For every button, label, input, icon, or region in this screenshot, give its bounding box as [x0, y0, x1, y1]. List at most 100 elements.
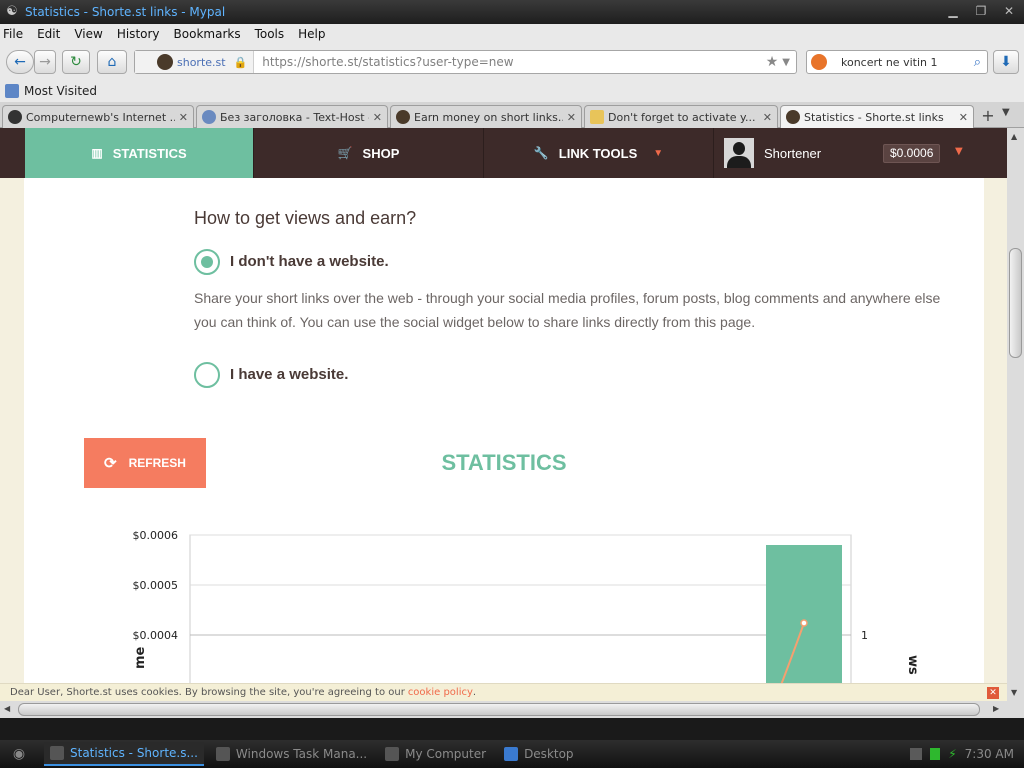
user-name: Shortener	[764, 145, 822, 161]
no-website-radio[interactable]	[194, 249, 220, 275]
search-input[interactable]: koncert ne vitin 1	[841, 56, 974, 69]
scroll-up-icon[interactable]: ▲	[1011, 132, 1017, 141]
identity-domain: shorte.st	[177, 55, 226, 69]
lock-icon: 🔒	[233, 55, 248, 69]
chevron-down-icon: ▼	[653, 147, 664, 159]
tab-text-host[interactable]: Без заголовка - Text-Host -... ✕	[196, 105, 388, 128]
statistics-title: STATISTICS	[441, 450, 567, 475]
search-icon[interactable]: ⌕	[974, 55, 981, 70]
clock[interactable]: 7:30 AM	[965, 747, 1014, 761]
nav-statistics[interactable]: ▥ STATISTICS	[25, 128, 254, 178]
url-dropdown-icon[interactable]: ▼	[782, 57, 790, 68]
y-tick-label: $0.0004	[133, 629, 179, 642]
bookmark-most-visited[interactable]: Most Visited	[24, 84, 97, 98]
task-statistics[interactable]: Statistics - Shorte.s...	[44, 742, 204, 766]
have-website-label[interactable]: I have a website.	[230, 366, 348, 383]
horizontal-scroll-thumb[interactable]	[18, 703, 980, 716]
scroll-left-icon[interactable]: ◀	[4, 704, 10, 713]
refresh-button[interactable]: ⟳ REFRESH	[84, 438, 206, 488]
tab-earn-money[interactable]: Earn money on short links... ✕	[390, 105, 582, 128]
menu-bookmarks[interactable]: Bookmarks	[174, 27, 241, 41]
nav-link-tools[interactable]: 🔧 LINK TOOLS ▼	[484, 128, 714, 178]
balance-badge: $0.0006	[883, 144, 941, 163]
menu-history[interactable]: History	[117, 27, 160, 41]
tab-label: Без заголовка - Text-Host -...	[220, 110, 369, 124]
tab-label: Statistics - Shorte.st links	[804, 110, 944, 124]
scroll-down-icon[interactable]: ▼	[1011, 688, 1017, 697]
nav-shop[interactable]: 🛒 SHOP	[254, 128, 484, 178]
close-icon[interactable]: ✕	[998, 3, 1020, 20]
no-website-description: Share your short links over the web - th…	[194, 290, 941, 330]
task-label: Statistics - Shorte.s...	[70, 746, 198, 760]
cookie-close-icon[interactable]: ✕	[987, 687, 999, 699]
scroll-right-icon[interactable]: ▶	[993, 704, 999, 713]
cart-icon: 🛒	[337, 146, 353, 160]
tab-statistics[interactable]: Statistics - Shorte.st links ✕	[780, 105, 974, 128]
task-desktop[interactable]: Desktop	[498, 742, 580, 766]
user-menu[interactable]: Shortener $0.0006 ▼	[714, 128, 982, 178]
cookie-policy-link[interactable]: cookie policy	[408, 687, 473, 698]
tab-close-icon[interactable]: ✕	[567, 111, 576, 124]
menu-bar: File Edit View History Bookmarks Tools H…	[0, 24, 1024, 43]
back-icon[interactable]: ←	[6, 50, 34, 74]
task-label: My Computer	[405, 747, 487, 761]
vertical-scroll-thumb[interactable]	[1009, 248, 1022, 358]
minimize-icon[interactable]: ▁	[942, 3, 964, 20]
bar	[766, 545, 842, 693]
task-manager-icon	[215, 747, 230, 761]
menu-view[interactable]: View	[74, 27, 102, 41]
bar-chart-icon: ▥	[91, 146, 103, 160]
maximize-icon[interactable]: ❐	[970, 3, 992, 20]
home-icon[interactable]: ⌂	[97, 50, 127, 74]
bookmark-star-icon[interactable]: ★	[766, 54, 779, 70]
window-title: Statistics - Shorte.st links - Mypal	[25, 5, 226, 19]
search-bar[interactable]: koncert ne vitin 1 ⌕	[806, 50, 988, 74]
tab-close-icon[interactable]: ✕	[763, 111, 772, 124]
no-website-label[interactable]: I don't have a website.	[230, 253, 389, 270]
task-my-computer[interactable]: My Computer	[379, 742, 492, 766]
battery-icon[interactable]	[930, 748, 941, 760]
site-identity-button[interactable]: shorte.st 🔒	[135, 51, 255, 73]
search-engine-icon[interactable]	[811, 54, 827, 70]
statistics-chart: $0.0006 $0.0005 $0.0004 1 me ws	[133, 529, 920, 693]
tab-favicon-icon	[786, 110, 800, 124]
have-website-radio[interactable]	[194, 362, 220, 388]
task-task-manager[interactable]: Windows Task Mana...	[210, 742, 373, 766]
tab-list-icon[interactable]: ▼	[1002, 107, 1010, 118]
url-bar[interactable]: shorte.st 🔒 https://shorte.st/statistics…	[134, 50, 797, 74]
y-tick-label: $0.0006	[133, 529, 179, 542]
mail-icon	[590, 110, 604, 124]
avatar	[724, 138, 754, 168]
downloads-icon[interactable]: ⬇	[993, 50, 1019, 74]
menu-file[interactable]: File	[3, 27, 23, 41]
y-axis-label: me	[133, 646, 148, 669]
task-label: Windows Task Mana...	[235, 747, 368, 761]
start-button[interactable]: ◉	[0, 740, 38, 768]
forward-icon[interactable]: →	[34, 50, 56, 74]
cookie-notice: Dear User, Shorte.st uses cookies. By br…	[0, 683, 1007, 701]
wrench-icon: 🔧	[533, 146, 549, 160]
network-icon[interactable]: ⚡	[948, 747, 956, 761]
tab-favicon-icon	[202, 110, 216, 124]
url-text[interactable]: https://shorte.st/statistics?user-type=n…	[262, 55, 765, 69]
reload-icon[interactable]: ↻	[62, 50, 90, 74]
y-right-tick-label: 1	[861, 629, 868, 642]
new-tab-icon[interactable]: +	[979, 107, 997, 125]
nav-statistics-label: STATISTICS	[112, 145, 187, 161]
tab-activate[interactable]: Don't forget to activate y... ✕	[584, 105, 778, 128]
chevron-down-icon[interactable]: ▼	[955, 146, 963, 157]
tab-bar: Computernewb's Internet ... ✕ Без заголо…	[0, 102, 1024, 128]
menu-tools[interactable]: Tools	[255, 27, 285, 41]
y-right-axis-label: ws	[905, 655, 920, 675]
vertical-scrollbar[interactable]: ▲ ▼	[1007, 128, 1024, 701]
horizontal-scrollbar[interactable]: ◀ ▶	[0, 701, 1007, 718]
keyboard-icon[interactable]	[910, 748, 923, 760]
tab-close-icon[interactable]: ✕	[373, 111, 382, 124]
tab-computernewb[interactable]: Computernewb's Internet ... ✕	[2, 105, 194, 128]
menu-help[interactable]: Help	[298, 27, 325, 41]
tab-close-icon[interactable]: ✕	[179, 111, 188, 124]
computer-icon	[385, 747, 400, 761]
tab-label: Computernewb's Internet ...	[26, 110, 175, 124]
menu-edit[interactable]: Edit	[37, 27, 60, 41]
tab-close-icon[interactable]: ✕	[959, 111, 968, 124]
